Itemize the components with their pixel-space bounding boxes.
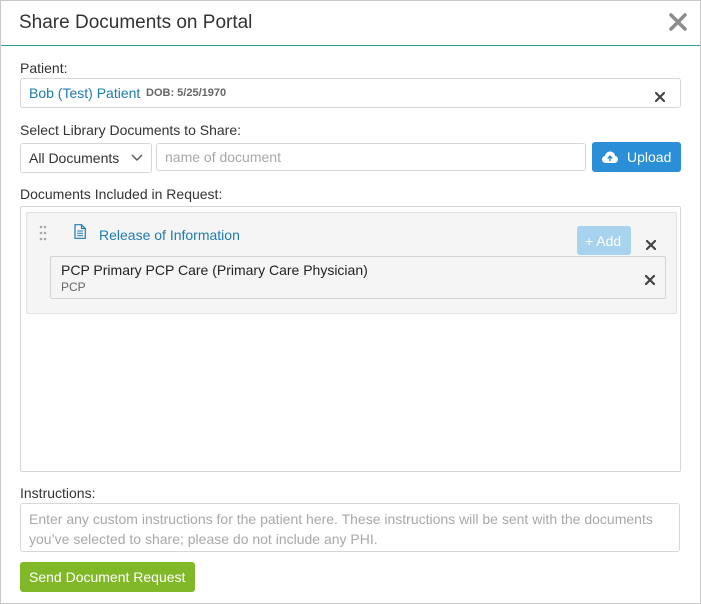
recipient-item: PCP Primary PCP Care (Primary Care Physi… [50,256,666,299]
recipient-code: PCP [61,280,86,294]
share-documents-dialog: Share Documents on Portal Patient: Bob (… [0,0,701,604]
send-button-label: Send Document Request [29,569,186,585]
add-recipient-button[interactable]: + Add [577,226,631,255]
recipient-name: PCP Primary PCP Care (Primary Care Physi… [61,262,368,278]
patient-name[interactable]: Bob (Test) Patient [29,85,140,101]
close-icon[interactable] [668,12,688,32]
add-recipient-label: + Add [585,233,622,249]
dialog-title: Share Documents on Portal [19,12,253,33]
patient-field[interactable]: Bob (Test) Patient DOB: 5/25/1970 [20,78,681,108]
instructions-textarea[interactable] [20,503,680,552]
document-title[interactable]: Release of Information [99,227,240,243]
library-label: Select Library Documents to Share: [20,122,241,138]
remove-document-icon[interactable] [645,237,657,251]
upload-label: Upload [627,149,672,165]
document-filter-value: All Documents [29,150,120,166]
document-filter-select[interactable]: All Documents [20,143,152,173]
document-search-input[interactable] [156,143,586,171]
clear-patient-icon[interactable] [654,89,666,103]
chevron-down-icon [131,154,143,161]
document-icon [74,224,86,239]
cloud-upload-icon [602,151,618,163]
dialog-header: Share Documents on Portal [1,1,700,46]
documents-label: Documents Included in Request: [20,186,223,202]
instructions-label: Instructions: [20,485,96,501]
remove-recipient-icon[interactable] [644,272,656,286]
document-item: Release of Information + Add PCP Primary… [26,212,677,314]
documents-list: Release of Information + Add PCP Primary… [20,206,681,472]
upload-button[interactable]: Upload [592,142,681,172]
patient-label: Patient: [20,60,68,76]
patient-dob: DOB: 5/25/1970 [146,87,227,99]
drag-handle-icon[interactable] [39,225,47,241]
send-document-request-button[interactable]: Send Document Request [20,562,195,592]
